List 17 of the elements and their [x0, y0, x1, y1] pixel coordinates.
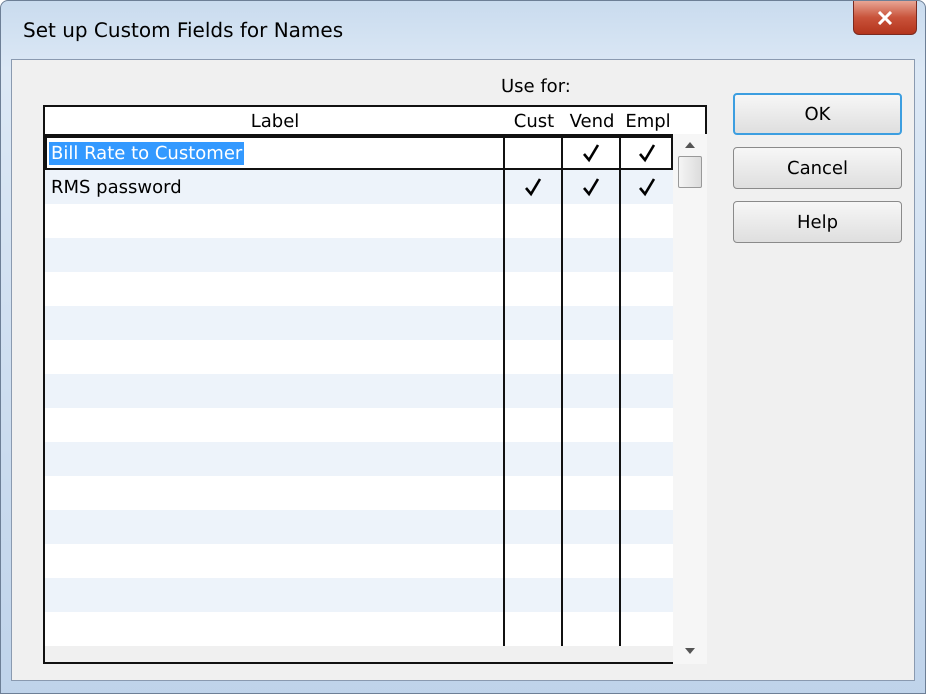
scroll-up-icon[interactable] [685, 142, 695, 148]
dialog-button[interactable]: Help [733, 201, 902, 243]
label-cell: Bill Rate to Customer [49, 142, 244, 164]
label-cell-text: RMS password [50, 176, 183, 198]
column-header: Vend [568, 110, 616, 134]
column-header: Cust [512, 110, 556, 134]
scroll-down-icon[interactable] [685, 648, 695, 654]
dialog-button[interactable]: Cancel [733, 147, 902, 189]
use-for-label: Use for: [501, 76, 571, 99]
close-icon [877, 10, 893, 24]
scrollbar-thumb[interactable] [678, 156, 702, 188]
column-header: Empl [624, 110, 672, 134]
close-button[interactable] [853, 1, 917, 35]
column-header: Label [250, 110, 300, 134]
window-title: Set up Custom Fields for Names [22, 18, 344, 42]
table-row[interactable]: RMS password [45, 170, 673, 204]
dialog-button[interactable]: OK [733, 93, 902, 135]
